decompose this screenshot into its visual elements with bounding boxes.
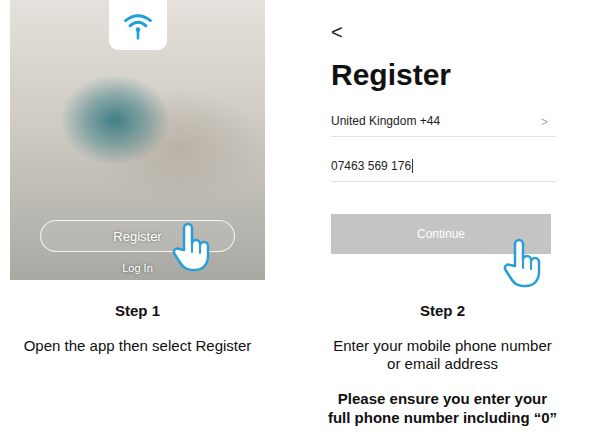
login-link[interactable]: Log In xyxy=(122,262,153,274)
chevron-icon: > xyxy=(540,114,556,129)
back-button[interactable]: < xyxy=(331,22,556,42)
app-welcome-screen: Register Log In xyxy=(10,0,265,280)
instruction-step: < Register United Kingdom +44 > 07463 56… xyxy=(275,0,596,445)
register-screen: < Register United Kingdom +44 > 07463 56… xyxy=(315,0,570,280)
register-heading: Register xyxy=(331,58,556,92)
text-caret xyxy=(412,159,413,173)
step-title: Step 2 xyxy=(420,302,465,319)
phone-input[interactable]: 07463 569 176 xyxy=(331,151,556,182)
step-note: Please ensure you enter yourfull phone n… xyxy=(328,389,557,427)
app-logo-icon xyxy=(109,0,167,50)
step-title: Step 1 xyxy=(115,302,160,319)
pointing-hand-icon xyxy=(501,238,545,288)
instruction-sheet: Register Log In Step 1 Open the app then… xyxy=(0,0,596,445)
pointing-hand-icon xyxy=(170,222,214,272)
step-caption: Open the app then select Register xyxy=(24,337,252,355)
instruction-step: Register Log In Step 1 Open the app then… xyxy=(0,0,275,445)
step-caption: Enter your mobile phone numberor email a… xyxy=(333,337,551,373)
country-selector[interactable]: United Kingdom +44 > xyxy=(331,106,556,137)
